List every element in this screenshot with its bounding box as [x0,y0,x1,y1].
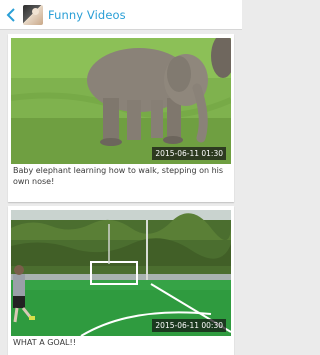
app-bar: Funny Videos [0,0,242,30]
football-thumbnail-image [11,210,231,336]
video-card[interactable]: 2015-06-11 00:30 WHAT A GOAL!! [8,206,234,355]
app-title: Funny Videos [48,7,126,22]
app-icon [23,4,43,25]
video-timestamp: 2015-06-11 01:30 [152,147,226,160]
elephant-thumbnail-image [11,38,231,164]
video-timestamp: 2015-06-11 00:30 [152,319,226,332]
video-thumbnail[interactable]: 2015-06-11 01:30 [11,38,231,164]
video-caption: WHAT A GOAL!! [13,338,76,347]
back-button[interactable] [1,0,21,30]
video-thumbnail[interactable]: 2015-06-11 00:30 [11,210,231,336]
chevron-left-icon [6,7,15,22]
video-caption: Baby elephant learning how to walk, step… [13,166,224,186]
video-card[interactable]: 2015-06-11 01:30 Baby elephant learning … [8,34,234,202]
